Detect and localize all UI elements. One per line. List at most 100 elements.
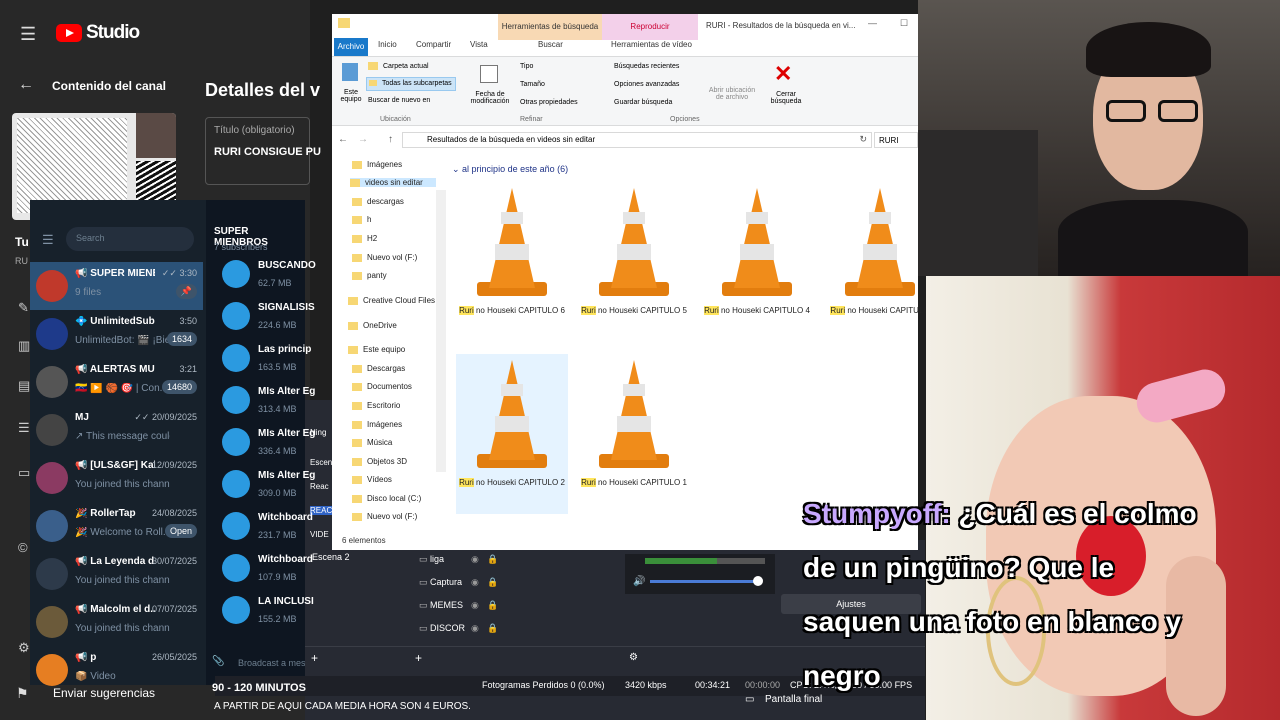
nav-item[interactable]: Imágenes [352, 160, 402, 169]
chat-item[interactable]: 📢 La Leyenda d... 30/07/2025 You joined th… [30, 550, 203, 598]
type-button[interactable]: Tipo [520, 63, 533, 70]
hamburger-icon[interactable]: ☰ [42, 232, 54, 248]
obs-side-label[interactable]: REAC [310, 506, 333, 515]
source-item[interactable]: ▭ DISCOR ◉ 🔒 [419, 623, 511, 634]
nav-item[interactable]: Escritorio [352, 401, 400, 410]
telegram-search-input[interactable]: Search [66, 227, 194, 251]
volume-icon[interactable]: 🔊 [633, 576, 645, 587]
lock-icon[interactable]: 🔒 [487, 600, 498, 611]
nav-item[interactable]: Este equipo [348, 345, 405, 354]
search-box[interactable]: RURI [874, 132, 918, 148]
menu-icon[interactable]: ☰ [20, 24, 36, 45]
scene-item[interactable]: Escena 2 [312, 552, 350, 562]
all-subfolders-button[interactable]: Todas las subcarpetas [366, 77, 456, 91]
nav-item[interactable]: videos sin editar [350, 178, 436, 187]
chat-item[interactable]: 📢 SUPER MIENBROS ✓✓ 3:30 9 files 📌 [30, 262, 203, 310]
video-file[interactable]: Ruri no Houseki CAPITULO 5 [578, 182, 690, 342]
nav-item[interactable]: descargas [352, 197, 404, 206]
add-source-icon[interactable]: + [415, 651, 422, 665]
obs-side-label[interactable]: VIDE [310, 530, 329, 539]
play-tab[interactable]: Reproducir [602, 14, 698, 40]
source-item[interactable]: ▭ Captura ◉ 🔒 [419, 577, 511, 588]
search-again-button[interactable]: Buscar de nuevo en [368, 97, 430, 104]
channel-content-link[interactable]: Contenido del canal [52, 79, 166, 93]
analytics-icon[interactable]: ▥ [18, 338, 30, 354]
file-message[interactable]: MIs Alter Eg 313.4 MB [222, 382, 315, 424]
file-message[interactable]: Las princip 163.5 MB [222, 340, 312, 382]
title-field[interactable]: Título (obligatorio) RURI CONSIGUE PU [205, 117, 321, 185]
tab-vista[interactable]: Vista [470, 40, 488, 49]
edit-icon[interactable]: ✎ [18, 300, 29, 316]
eye-icon[interactable]: ◉ [471, 600, 479, 611]
studio-logo[interactable]: Studio [56, 22, 140, 44]
chat-item[interactable]: 📢 p 26/05/2025 📦 Video [30, 646, 203, 694]
mixer-gear-icon[interactable]: ⚙ [629, 652, 638, 663]
file-message[interactable]: Witchboard 107.9 MB [222, 550, 313, 592]
source-item[interactable]: ▭ liga ◉ 🔒 [419, 554, 511, 565]
file-message[interactable]: MIs Alter Eg 336.4 MB [222, 424, 315, 466]
tab-inicio[interactable]: Inicio [378, 40, 397, 49]
close-search-icon[interactable]: ✕ [774, 61, 792, 87]
attach-icon[interactable]: 📎 [212, 656, 224, 667]
video-file[interactable]: Ruri no Houseki CAPITULO 4 [701, 182, 813, 342]
eye-icon[interactable]: ◉ [471, 577, 479, 588]
eye-icon[interactable]: ◉ [471, 623, 479, 634]
nav-item[interactable]: Documentos [352, 382, 412, 391]
nav-item[interactable]: Vídeos [352, 475, 392, 484]
lock-icon[interactable]: 🔒 [487, 577, 498, 588]
feedback-icon[interactable]: ⚑ [16, 685, 29, 702]
obs-side-label[interactable]: Escen [310, 458, 332, 467]
nav-item[interactable]: Música [352, 438, 392, 447]
nav-item[interactable]: OneDrive [348, 321, 397, 330]
other-properties-button[interactable]: Otras propiedades [520, 99, 578, 106]
this-pc-button[interactable]: Este equipo [338, 89, 364, 103]
close-search-button[interactable]: Cerrar búsqueda [768, 91, 804, 105]
subtitles-icon[interactable]: ▭ [18, 465, 30, 481]
source-item[interactable]: ▭ MEMES ◉ 🔒 [419, 600, 511, 611]
chat-item[interactable]: 📢 [ULS&GF] Kai...12/09/2025 You joined th… [30, 454, 203, 502]
lock-icon[interactable]: 🔒 [487, 554, 498, 565]
title-field-value[interactable]: RURI CONSIGUE PU [214, 146, 321, 158]
chat-item[interactable]: 📢 Malcolm el d... 07/07/2025 You joined th… [30, 598, 203, 646]
file-message[interactable]: SIGNALISIS 224.6 MB [222, 298, 315, 340]
tab-video-tools[interactable]: Herramientas de vídeo [611, 40, 692, 49]
file-message[interactable]: Witchboard 231.7 MB [222, 508, 313, 550]
nav-item[interactable]: h [352, 215, 371, 224]
nav-item[interactable]: Imágenes [352, 420, 402, 429]
tab-compartir[interactable]: Compartir [416, 40, 451, 49]
back-nav-icon[interactable]: ← [338, 134, 348, 145]
add-scene-icon[interactable]: + [311, 651, 318, 665]
tab-archivo[interactable]: Archivo [334, 38, 368, 56]
refresh-icon[interactable]: ↻ [859, 134, 867, 145]
up-nav-icon[interactable]: ↑ [388, 134, 393, 145]
video-file[interactable]: Ruri no Houseki CAPITULO 6 [456, 182, 568, 342]
chat-item[interactable]: 📢 ALERTAS MUNDIAL ... 3:21 🇻🇪 ▶️ 🏀 🎯 | Con… [30, 358, 203, 406]
broadcast-input[interactable]: Broadcast a mes [238, 658, 306, 668]
tab-buscar[interactable]: Buscar [538, 40, 563, 49]
minimize-icon[interactable]: — [868, 18, 877, 28]
file-message[interactable]: MIs Alter Eg 309.0 MB [222, 466, 315, 508]
current-folder-button[interactable]: Carpeta actual [368, 62, 429, 70]
maximize-icon[interactable]: ☐ [900, 18, 908, 29]
comments-icon[interactable]: ☰ [18, 420, 30, 436]
file-message[interactable]: LA INCLUSI 155.2 MB [222, 592, 314, 634]
open-location-button[interactable]: Abrir ubicación de archivo [704, 87, 760, 101]
nav-item[interactable]: Objetos 3D [352, 457, 407, 466]
chat-item[interactable]: MJ✓✓ 20/09/2025↗ This message couldn't b… [30, 406, 203, 454]
video-file[interactable]: Ruri no Houseki CAPITULO 2 [456, 354, 568, 514]
nav-item[interactable]: Nuevo vol (F:) [352, 512, 417, 521]
nav-item[interactable]: Creative Cloud Files [348, 296, 435, 305]
save-search-button[interactable]: Guardar búsqueda [614, 99, 672, 106]
chat-item[interactable]: 💠 UnlimitedSubs ... 3:50 UnlimitedBot: 🎬 ¡… [30, 310, 203, 358]
nav-item[interactable]: Descargas [352, 364, 405, 373]
group-header[interactable]: ⌄ al principio de este año (6) [452, 164, 568, 175]
nav-scrollbar[interactable] [436, 190, 446, 472]
settings-icon[interactable]: ⚙ [18, 640, 30, 656]
nav-item[interactable]: Nuevo vol (F:) [352, 253, 417, 262]
copyright-icon[interactable]: © [18, 540, 28, 555]
search-tools-tab[interactable]: Herramientas de búsqueda [498, 14, 602, 40]
editor-icon[interactable]: ▤ [18, 378, 30, 394]
address-bar[interactable]: Resultados de la búsqueda en videos sin … [402, 132, 872, 148]
file-message[interactable]: BUSCANDO 62.7 MB [222, 256, 316, 298]
recent-searches-button[interactable]: Búsquedas recientes [614, 63, 679, 70]
